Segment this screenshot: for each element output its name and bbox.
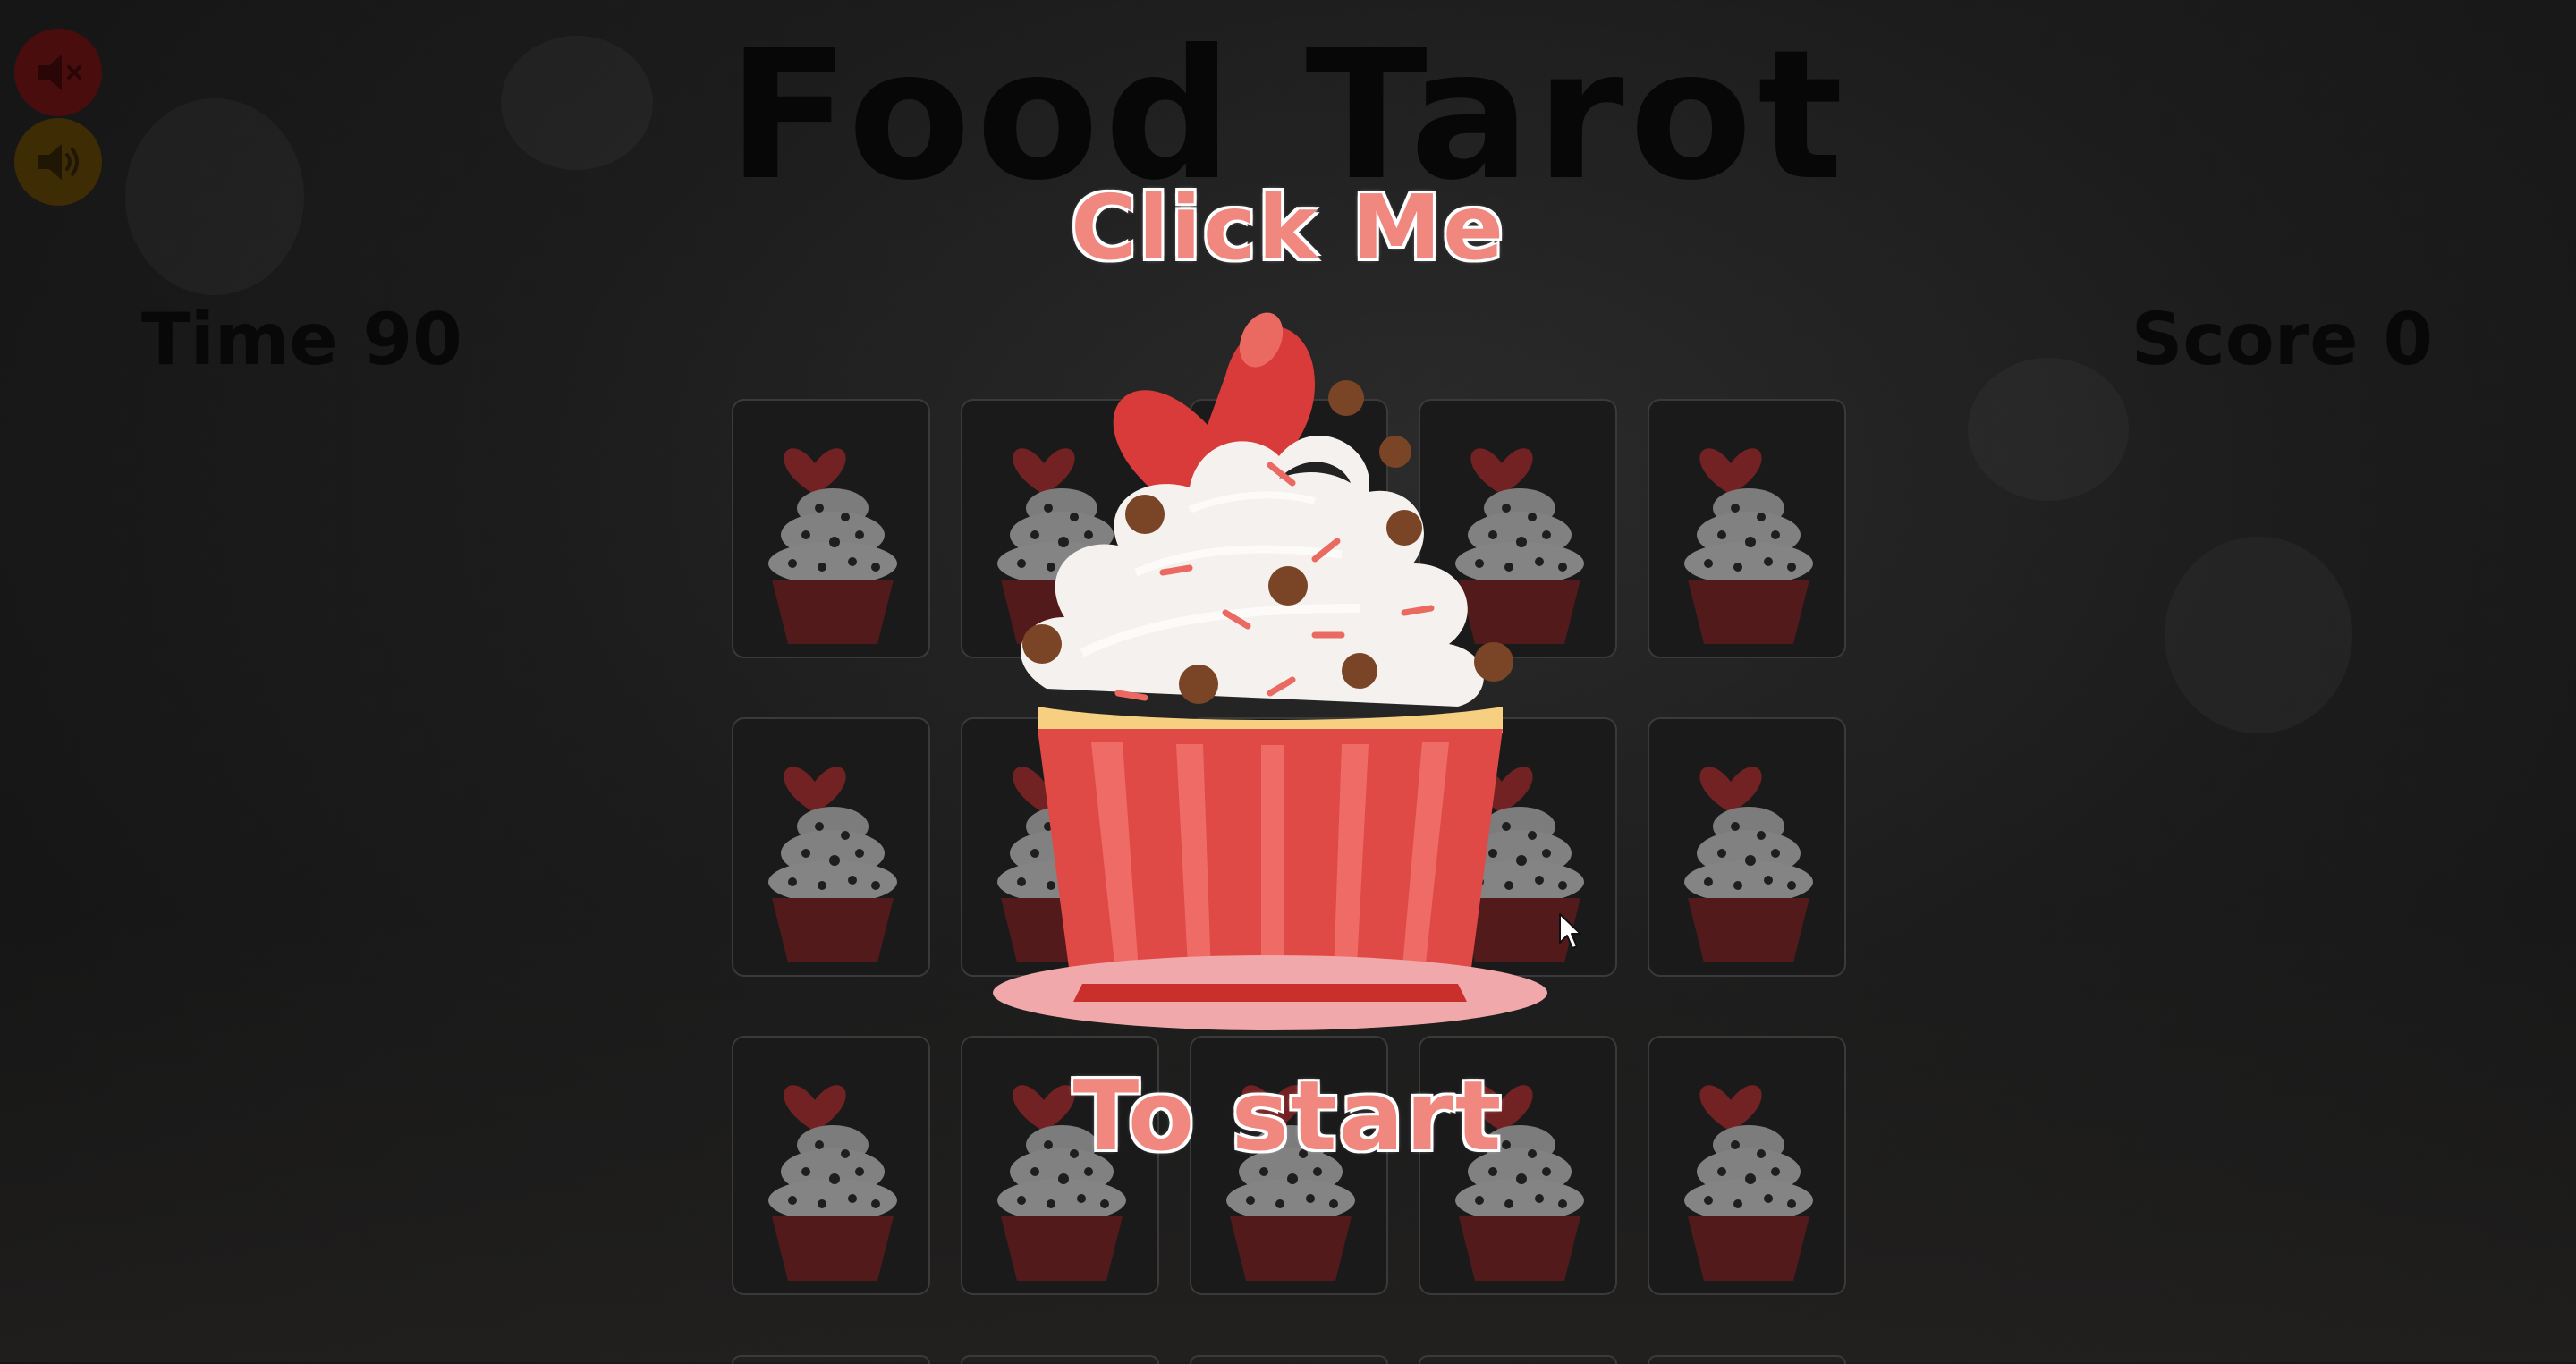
mouse-cursor-icon (1559, 913, 1581, 949)
click-me-text[interactable]: Click Me (0, 183, 2576, 273)
to-start-text[interactable]: To start (0, 1069, 2576, 1165)
start-overlay[interactable]: Click Me To start (0, 0, 2576, 1362)
cupcake-icon[interactable] (984, 277, 1556, 1046)
